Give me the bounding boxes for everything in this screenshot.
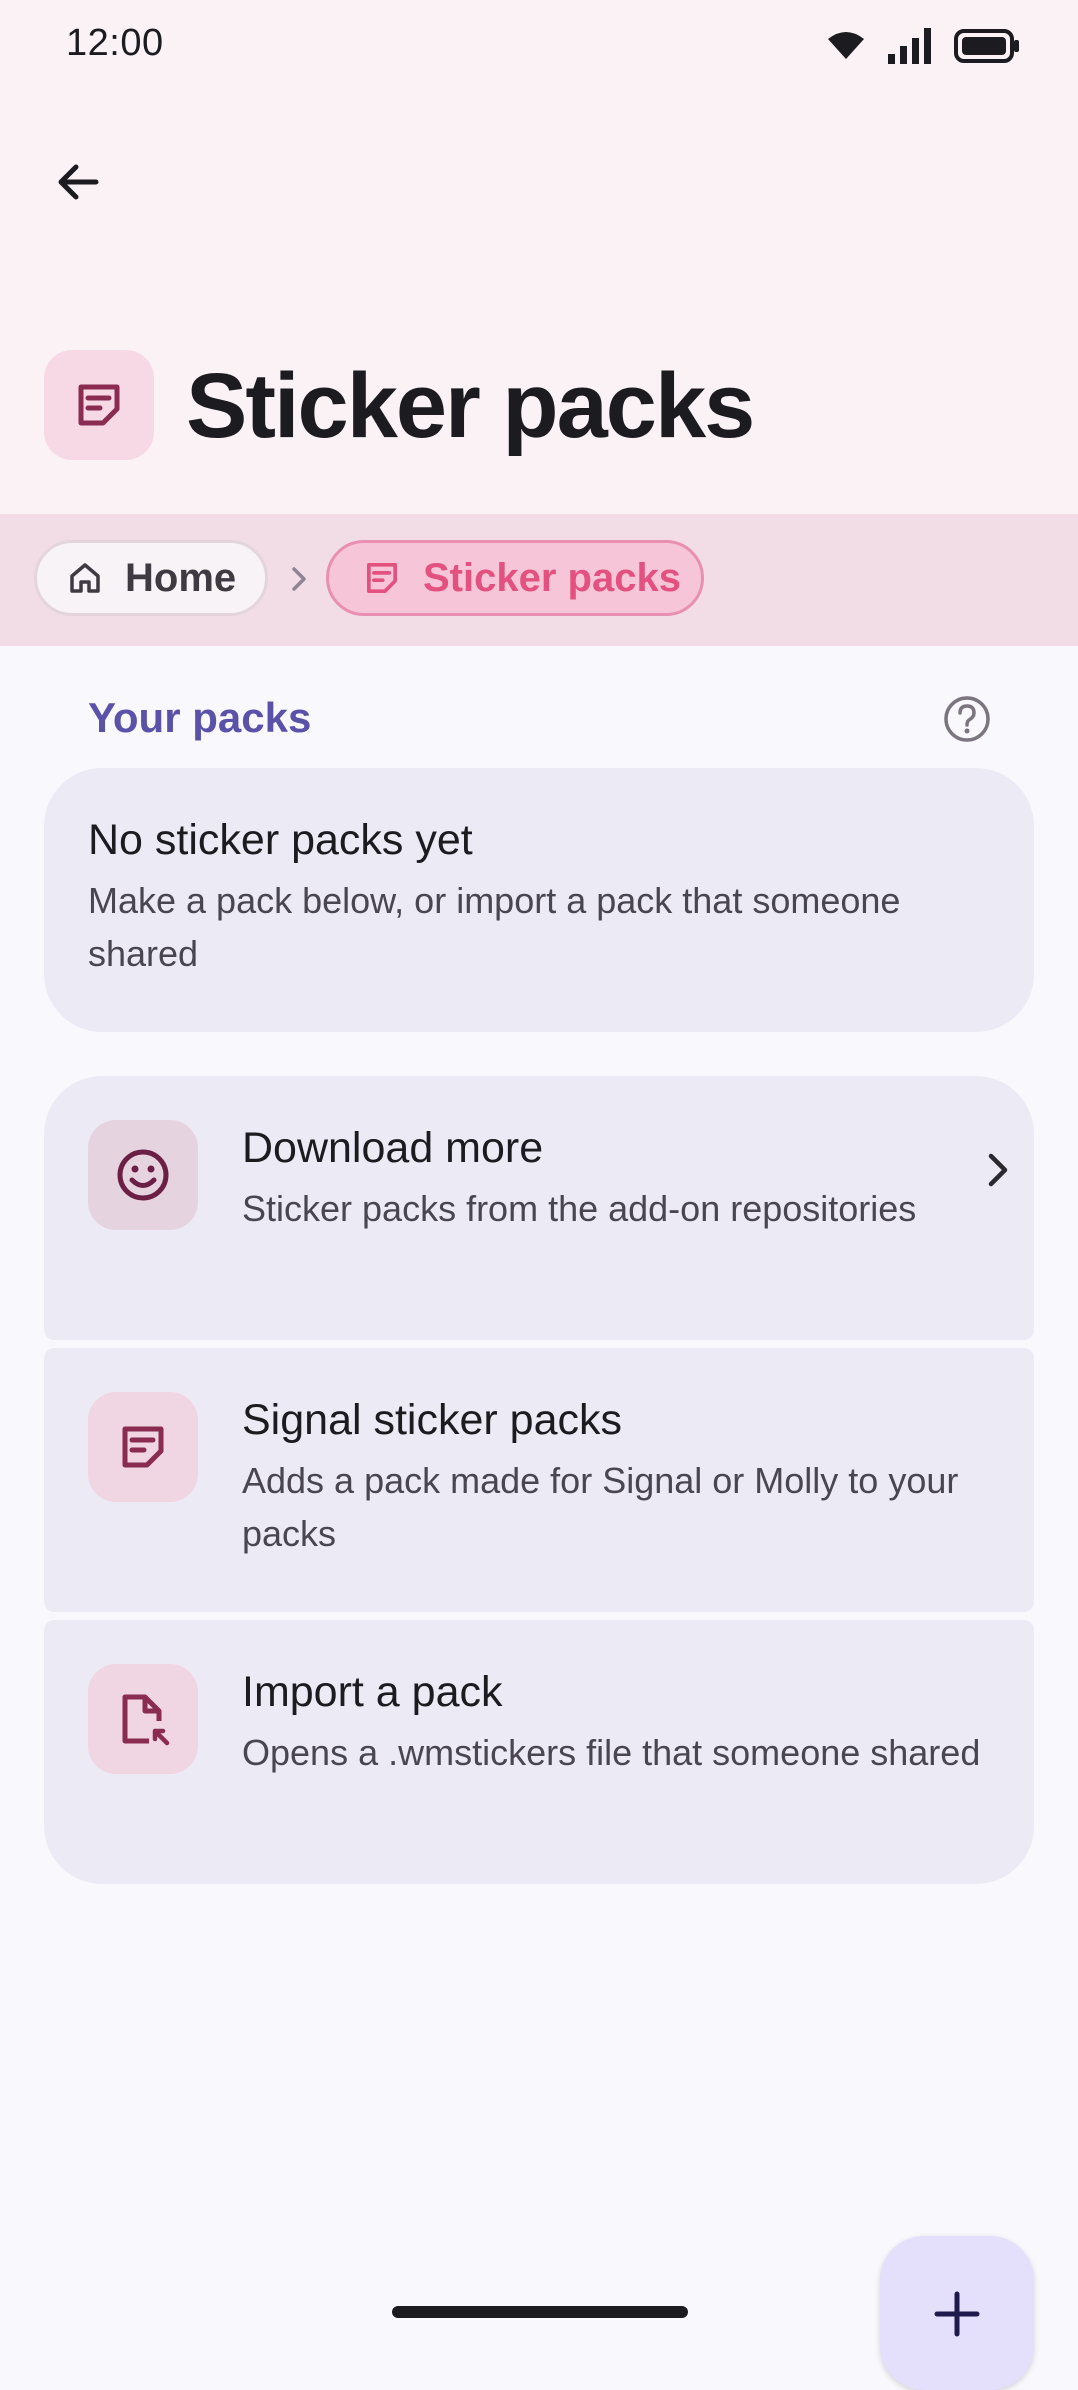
signal-sticker-packs-item[interactable]: Signal sticker packs Adds a pack made fo… (44, 1348, 1034, 1612)
page-title: Sticker packs (186, 355, 755, 457)
arrow-left-icon (58, 164, 99, 200)
breadcrumb-current[interactable]: Sticker packs (326, 540, 704, 616)
breadcrumb: Home Sticker packs (0, 514, 1078, 646)
download-more-title: Download more (242, 1124, 544, 1172)
breadcrumb-home-label: Home (125, 555, 237, 600)
sticker-icon (44, 350, 154, 460)
import-pack-item[interactable]: Import a pack Opens a .wmstickers file t… (44, 1620, 1034, 1884)
empty-state-card: No sticker packs yet Make a pack below, … (44, 768, 1034, 1032)
section-label: Your packs (88, 694, 312, 741)
wifi-icon (828, 32, 864, 59)
empty-state-description: Make a pack below, or import a pack that… (88, 880, 901, 974)
smiley-icon (88, 1120, 198, 1230)
sticker-icon (367, 563, 397, 593)
breadcrumb-home[interactable]: Home (34, 540, 268, 616)
import-pack-description: Opens a .wmstickers file that someone sh… (242, 1732, 981, 1773)
download-more-description: Sticker packs from the add-on repositori… (242, 1188, 917, 1229)
download-more-item[interactable]: Download more Sticker packs from the add… (44, 1076, 1034, 1340)
home-indicator (392, 2306, 688, 2318)
status-time: 12:00 (66, 22, 164, 64)
status-icons (826, 28, 1020, 64)
file-import-icon (88, 1664, 198, 1774)
home-icon (70, 563, 100, 593)
empty-state-title: No sticker packs yet (88, 816, 473, 864)
import-pack-title: Import a pack (242, 1668, 503, 1716)
battery-icon (954, 29, 1019, 63)
help-circle-icon[interactable] (942, 694, 992, 744)
back-button[interactable] (36, 140, 120, 224)
cellular-signal-icon (888, 28, 931, 64)
add-pack-button[interactable] (880, 2236, 1034, 2390)
signal-sticker-packs-title: Signal sticker packs (242, 1396, 622, 1444)
sticker-icon (88, 1392, 198, 1502)
chevron-right-icon (978, 1150, 1018, 1190)
plus-icon (934, 2291, 980, 2337)
chevron-right-icon (284, 562, 314, 596)
signal-sticker-packs-description: Adds a pack made for Signal or Molly to … (242, 1460, 959, 1554)
breadcrumb-current-label: Sticker packs (423, 555, 681, 600)
